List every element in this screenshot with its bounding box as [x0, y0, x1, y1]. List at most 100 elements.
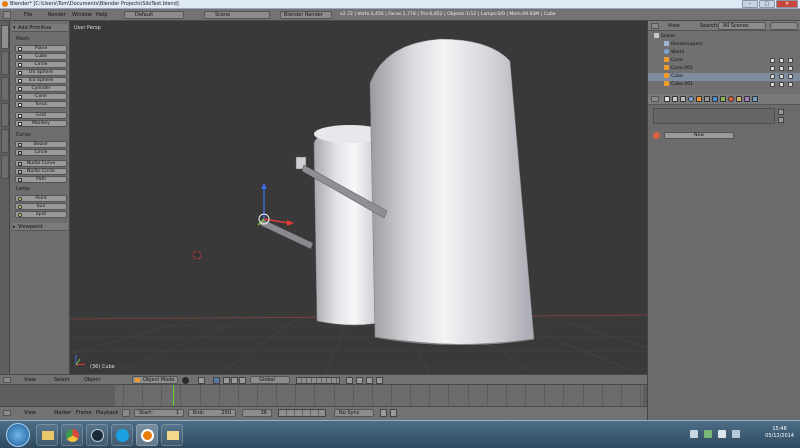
add-slot-icon[interactable]: [778, 109, 784, 115]
menu-marker[interactable]: Marker: [54, 410, 71, 416]
taskbar-folder[interactable]: [161, 424, 183, 446]
visibility-eye-icon[interactable]: [770, 58, 775, 63]
render-engine-dropdown[interactable]: Blender Render: [280, 11, 332, 19]
minimize-button[interactable]: –: [742, 0, 758, 8]
tab-create[interactable]: [1, 51, 9, 75]
tray-flag-icon[interactable]: [732, 430, 740, 438]
new-material-button[interactable]: New: [664, 132, 734, 139]
tab-animation[interactable]: [1, 103, 9, 127]
menu-render[interactable]: Render: [48, 12, 66, 18]
menu-playback[interactable]: Playback: [96, 410, 118, 416]
outliner-item-cube-001[interactable]: Cube.001: [648, 81, 800, 89]
tray-network-icon[interactable]: [704, 430, 712, 438]
tab-grease-pencil[interactable]: [1, 155, 9, 179]
tab-physics[interactable]: [1, 129, 9, 153]
rotate-manipulator-icon[interactable]: [231, 377, 238, 384]
outliner-search-input[interactable]: [770, 22, 798, 30]
keying-set-icon[interactable]: [390, 409, 397, 417]
outliner-item-cone[interactable]: Cone: [648, 57, 800, 65]
pivot-point-icon[interactable]: [198, 377, 205, 384]
select-arrow-icon[interactable]: [779, 58, 784, 63]
tab-relations[interactable]: [1, 77, 9, 101]
outliner-item-world[interactable]: World: [648, 49, 800, 57]
display-mode-dropdown[interactable]: All Scenes: [718, 22, 766, 30]
editor-type-icon[interactable]: [651, 23, 659, 29]
transform-orientation-dropdown[interactable]: Global: [250, 376, 290, 384]
add-cylinder-button[interactable]: Cylinder: [15, 85, 67, 92]
visibility-eye-icon[interactable]: [770, 66, 775, 71]
data-tab-icon[interactable]: [720, 96, 726, 102]
playback-controls[interactable]: [278, 409, 326, 417]
manipulator-toggle-icon[interactable]: [213, 377, 220, 384]
add-ico-sphere-button[interactable]: Ico Sphere: [15, 77, 67, 84]
remove-slot-icon[interactable]: [778, 117, 784, 123]
scene-tab-icon[interactable]: [680, 96, 686, 102]
menu-select[interactable]: Select: [54, 377, 69, 383]
render-layers-tab-icon[interactable]: [672, 96, 678, 102]
end-frame-field[interactable]: End: 250: [188, 409, 236, 417]
camera-icon[interactable]: [376, 377, 383, 384]
mode-dropdown[interactable]: Object Mode: [132, 376, 178, 384]
add-primitive-panel-header[interactable]: ▾ Add Primitive: [12, 24, 68, 32]
menu-frame[interactable]: Frame: [76, 410, 92, 416]
menu-file[interactable]: File: [24, 12, 32, 18]
world-tab-icon[interactable]: [688, 96, 694, 102]
scale-manipulator-icon[interactable]: [239, 377, 246, 384]
keyframe-icon[interactable]: [380, 409, 387, 417]
menu-help[interactable]: Help: [96, 12, 107, 18]
3d-viewport[interactable]: User Persp (36) Cube: [70, 21, 647, 374]
layer-buttons[interactable]: [296, 377, 340, 384]
editor-type-icon[interactable]: [3, 410, 11, 416]
proportional-edit-icon[interactable]: [346, 377, 353, 384]
add-sun-lamp-button[interactable]: Sun: [15, 203, 67, 210]
current-frame-field[interactable]: 36: [242, 409, 272, 417]
add-spot-lamp-button[interactable]: Spot: [15, 211, 67, 218]
texture-tab-icon[interactable]: [736, 96, 742, 102]
translate-manipulator-icon[interactable]: [223, 377, 230, 384]
add-nurbs-curve-button[interactable]: Nurbs Curve: [15, 160, 67, 167]
start-button[interactable]: [6, 423, 30, 447]
taskbar-chrome[interactable]: [61, 424, 83, 446]
physics-tab-icon[interactable]: [752, 96, 758, 102]
add-plane-button[interactable]: Plane: [15, 45, 67, 52]
add-path-button[interactable]: Path: [15, 176, 67, 183]
visibility-eye-icon[interactable]: [770, 82, 775, 87]
add-nurbs-circle-button[interactable]: Nurbs Circle: [15, 168, 67, 175]
add-bezier-button[interactable]: Bezier: [15, 141, 67, 148]
object-tab-icon[interactable]: [696, 96, 702, 102]
constraints-tab-icon[interactable]: [704, 96, 710, 102]
menu-outliner-view[interactable]: View: [668, 23, 680, 29]
editor-type-icon[interactable]: [3, 11, 11, 19]
add-torus-button[interactable]: Torus: [15, 101, 67, 108]
material-tab-icon[interactable]: [728, 96, 734, 102]
menu-window[interactable]: Window: [72, 12, 92, 18]
menu-timeline-view[interactable]: View: [24, 410, 36, 416]
select-arrow-icon[interactable]: [779, 82, 784, 87]
outliner-item-scene[interactable]: Scene: [648, 33, 800, 41]
taskbar-clock[interactable]: 15:46 05/12/2014: [765, 426, 794, 440]
preview-range-icon[interactable]: [122, 409, 130, 417]
editor-type-icon[interactable]: [651, 96, 659, 102]
add-curve-circle-button[interactable]: Circle: [15, 149, 67, 156]
menu-outliner-search[interactable]: Search: [700, 23, 717, 29]
editor-type-icon[interactable]: [3, 377, 11, 383]
add-monkey-button[interactable]: Monkey: [15, 120, 67, 127]
render-preview-icon[interactable]: [366, 377, 373, 384]
tray-arrow-icon[interactable]: [690, 430, 698, 438]
visibility-eye-icon[interactable]: [770, 74, 775, 79]
outliner-item-cone-001[interactable]: Cone.001: [648, 65, 800, 73]
render-tab-icon[interactable]: [664, 96, 670, 102]
menu-object[interactable]: Object: [84, 377, 100, 383]
layout-dropdown[interactable]: Default: [124, 11, 184, 19]
sync-mode-dropdown[interactable]: No Sync: [334, 409, 374, 417]
render-camera-icon[interactable]: [788, 66, 793, 71]
taskbar-skype[interactable]: [111, 424, 133, 446]
taskbar-blender[interactable]: [136, 424, 158, 446]
render-camera-icon[interactable]: [788, 58, 793, 63]
modifiers-tab-icon[interactable]: [712, 96, 718, 102]
render-camera-icon[interactable]: [788, 74, 793, 79]
tray-volume-icon[interactable]: [718, 430, 726, 438]
add-cube-button[interactable]: Cube: [15, 53, 67, 60]
add-grid-button[interactable]: Grid: [15, 112, 67, 119]
menu-view[interactable]: View: [24, 377, 36, 383]
